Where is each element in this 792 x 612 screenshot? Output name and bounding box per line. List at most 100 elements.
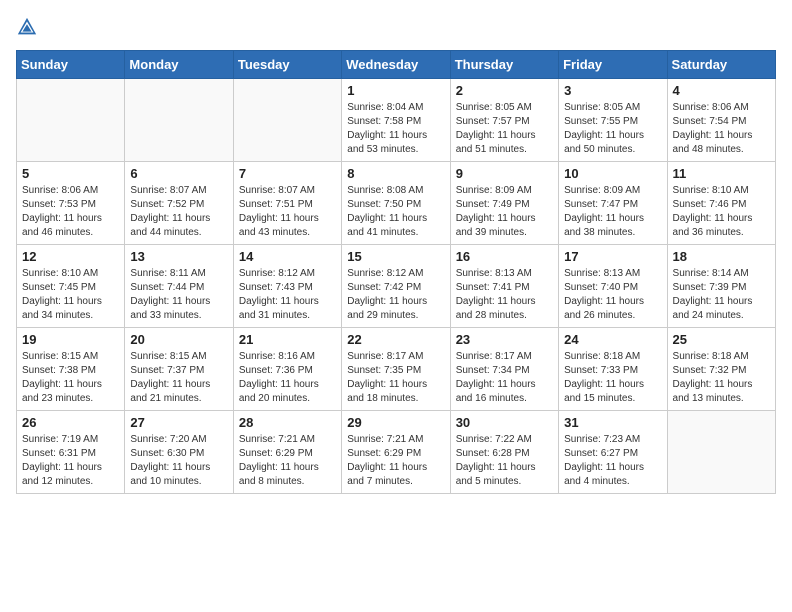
day-info: Sunrise: 8:15 AM Sunset: 7:37 PM Dayligh… [130, 350, 227, 406]
day-info: Sunrise: 8:06 AM Sunset: 7:53 PM Dayligh… [22, 184, 119, 240]
day-number: 6 [130, 166, 227, 181]
day-number: 15 [347, 249, 444, 264]
calendar-day-cell: 9 Sunrise: 8:09 AM Sunset: 7:49 PM Daylig… [450, 162, 558, 245]
day-info: Sunrise: 8:15 AM Sunset: 7:38 PM Dayligh… [22, 350, 119, 406]
day-info: Sunrise: 7:22 AM Sunset: 6:28 PM Dayligh… [456, 433, 553, 489]
logo [16, 16, 42, 38]
day-number: 3 [564, 83, 661, 98]
weekday-header-cell: Sunday [17, 51, 125, 79]
calendar-day-cell: 20 Sunrise: 8:15 AM Sunset: 7:37 PM Dayli… [125, 328, 233, 411]
calendar-day-cell: 19 Sunrise: 8:15 AM Sunset: 7:38 PM Dayli… [17, 328, 125, 411]
calendar-body: 1 Sunrise: 8:04 AM Sunset: 7:58 PM Daylig… [17, 79, 776, 494]
day-number: 25 [673, 332, 770, 347]
day-number: 9 [456, 166, 553, 181]
calendar-week-row: 1 Sunrise: 8:04 AM Sunset: 7:58 PM Daylig… [17, 79, 776, 162]
calendar-week-row: 26Sunrise: 7:19 AM Sunset: 6:31 PM Dayli… [17, 411, 776, 494]
day-info: Sunrise: 8:10 AM Sunset: 7:45 PM Dayligh… [22, 267, 119, 323]
day-info: Sunrise: 8:10 AM Sunset: 7:46 PM Dayligh… [673, 184, 770, 240]
calendar-day-cell: 22 Sunrise: 8:17 AM Sunset: 7:35 PM Dayli… [342, 328, 450, 411]
weekday-header-cell: Wednesday [342, 51, 450, 79]
calendar-day-cell: 4Sunrise: 8:06 AM Sunset: 7:54 PM Daylig… [667, 79, 775, 162]
calendar-day-cell: 5 Sunrise: 8:06 AM Sunset: 7:53 PM Daylig… [17, 162, 125, 245]
calendar-day-cell: 8 Sunrise: 8:08 AM Sunset: 7:50 PM Daylig… [342, 162, 450, 245]
day-info: Sunrise: 8:13 AM Sunset: 7:40 PM Dayligh… [564, 267, 661, 323]
day-info: Sunrise: 8:07 AM Sunset: 7:51 PM Dayligh… [239, 184, 336, 240]
day-number: 14 [239, 249, 336, 264]
calendar-table: SundayMondayTuesdayWednesdayThursdayFrid… [16, 50, 776, 494]
day-info: Sunrise: 8:09 AM Sunset: 7:49 PM Dayligh… [456, 184, 553, 240]
weekday-header-cell: Thursday [450, 51, 558, 79]
calendar-day-cell: 15 Sunrise: 8:12 AM Sunset: 7:42 PM Dayli… [342, 245, 450, 328]
calendar-day-cell: 23 Sunrise: 8:17 AM Sunset: 7:34 PM Dayli… [450, 328, 558, 411]
day-number: 19 [22, 332, 119, 347]
calendar-day-cell: 17 Sunrise: 8:13 AM Sunset: 7:40 PM Dayli… [559, 245, 667, 328]
weekday-header-cell: Monday [125, 51, 233, 79]
calendar-day-cell: 24 Sunrise: 8:18 AM Sunset: 7:33 PM Dayli… [559, 328, 667, 411]
day-number: 23 [456, 332, 553, 347]
day-number: 11 [673, 166, 770, 181]
day-number: 24 [564, 332, 661, 347]
day-number: 1 [347, 83, 444, 98]
day-number: 12 [22, 249, 119, 264]
calendar-day-cell: 21 Sunrise: 8:16 AM Sunset: 7:36 PM Dayli… [233, 328, 341, 411]
calendar-day-cell: 6 Sunrise: 8:07 AM Sunset: 7:52 PM Daylig… [125, 162, 233, 245]
day-info: Sunrise: 8:04 AM Sunset: 7:58 PM Dayligh… [347, 101, 444, 157]
day-info: Sunrise: 8:17 AM Sunset: 7:34 PM Dayligh… [456, 350, 553, 406]
day-info: Sunrise: 8:13 AM Sunset: 7:41 PM Dayligh… [456, 267, 553, 323]
calendar-week-row: 5 Sunrise: 8:06 AM Sunset: 7:53 PM Daylig… [17, 162, 776, 245]
day-info: Sunrise: 7:21 AM Sunset: 6:29 PM Dayligh… [239, 433, 336, 489]
day-info: Sunrise: 8:17 AM Sunset: 7:35 PM Dayligh… [347, 350, 444, 406]
day-number: 28 [239, 415, 336, 430]
calendar-day-cell: 18Sunrise: 8:14 AM Sunset: 7:39 PM Dayli… [667, 245, 775, 328]
day-info: Sunrise: 8:11 AM Sunset: 7:44 PM Dayligh… [130, 267, 227, 323]
day-number: 30 [456, 415, 553, 430]
weekday-header-cell: Tuesday [233, 51, 341, 79]
day-info: Sunrise: 8:09 AM Sunset: 7:47 PM Dayligh… [564, 184, 661, 240]
calendar-day-cell: 16Sunrise: 8:13 AM Sunset: 7:41 PM Dayli… [450, 245, 558, 328]
day-number: 17 [564, 249, 661, 264]
page-header [16, 16, 776, 38]
weekday-header-cell: Friday [559, 51, 667, 79]
day-info: Sunrise: 8:08 AM Sunset: 7:50 PM Dayligh… [347, 184, 444, 240]
calendar-day-cell: 2 Sunrise: 8:05 AM Sunset: 7:57 PM Daylig… [450, 79, 558, 162]
calendar-day-cell: 27 Sunrise: 7:20 AM Sunset: 6:30 PM Dayli… [125, 411, 233, 494]
calendar-day-cell: 12 Sunrise: 8:10 AM Sunset: 7:45 PM Dayli… [17, 245, 125, 328]
day-number: 31 [564, 415, 661, 430]
day-number: 2 [456, 83, 553, 98]
day-info: Sunrise: 8:12 AM Sunset: 7:42 PM Dayligh… [347, 267, 444, 323]
day-info: Sunrise: 8:14 AM Sunset: 7:39 PM Dayligh… [673, 267, 770, 323]
day-info: Sunrise: 8:06 AM Sunset: 7:54 PM Dayligh… [673, 101, 770, 157]
day-number: 20 [130, 332, 227, 347]
calendar-day-cell: 30 Sunrise: 7:22 AM Sunset: 6:28 PM Dayli… [450, 411, 558, 494]
day-number: 27 [130, 415, 227, 430]
day-number: 21 [239, 332, 336, 347]
day-info: Sunrise: 8:07 AM Sunset: 7:52 PM Dayligh… [130, 184, 227, 240]
day-number: 7 [239, 166, 336, 181]
day-info: Sunrise: 8:18 AM Sunset: 7:33 PM Dayligh… [564, 350, 661, 406]
calendar-day-cell: 7 Sunrise: 8:07 AM Sunset: 7:51 PM Daylig… [233, 162, 341, 245]
weekday-header-cell: Saturday [667, 51, 775, 79]
calendar-day-cell: 14 Sunrise: 8:12 AM Sunset: 7:43 PM Dayli… [233, 245, 341, 328]
calendar-week-row: 19 Sunrise: 8:15 AM Sunset: 7:38 PM Dayli… [17, 328, 776, 411]
calendar-day-cell: 11 Sunrise: 8:10 AM Sunset: 7:46 PM Dayli… [667, 162, 775, 245]
calendar-day-cell [667, 411, 775, 494]
calendar-day-cell [17, 79, 125, 162]
calendar-day-cell [125, 79, 233, 162]
day-info: Sunrise: 7:19 AM Sunset: 6:31 PM Dayligh… [22, 433, 119, 489]
day-info: Sunrise: 7:20 AM Sunset: 6:30 PM Dayligh… [130, 433, 227, 489]
day-info: Sunrise: 8:16 AM Sunset: 7:36 PM Dayligh… [239, 350, 336, 406]
calendar-day-cell: 10Sunrise: 8:09 AM Sunset: 7:47 PM Dayli… [559, 162, 667, 245]
day-number: 5 [22, 166, 119, 181]
calendar-day-cell: 28 Sunrise: 7:21 AM Sunset: 6:29 PM Dayli… [233, 411, 341, 494]
calendar-day-cell: 13Sunrise: 8:11 AM Sunset: 7:44 PM Dayli… [125, 245, 233, 328]
day-info: Sunrise: 7:23 AM Sunset: 6:27 PM Dayligh… [564, 433, 661, 489]
day-number: 22 [347, 332, 444, 347]
day-info: Sunrise: 8:05 AM Sunset: 7:55 PM Dayligh… [564, 101, 661, 157]
day-info: Sunrise: 8:12 AM Sunset: 7:43 PM Dayligh… [239, 267, 336, 323]
day-number: 8 [347, 166, 444, 181]
calendar-day-cell: 31 Sunrise: 7:23 AM Sunset: 6:27 PM Dayli… [559, 411, 667, 494]
day-info: Sunrise: 7:21 AM Sunset: 6:29 PM Dayligh… [347, 433, 444, 489]
day-info: Sunrise: 8:05 AM Sunset: 7:57 PM Dayligh… [456, 101, 553, 157]
calendar-day-cell [233, 79, 341, 162]
day-number: 29 [347, 415, 444, 430]
